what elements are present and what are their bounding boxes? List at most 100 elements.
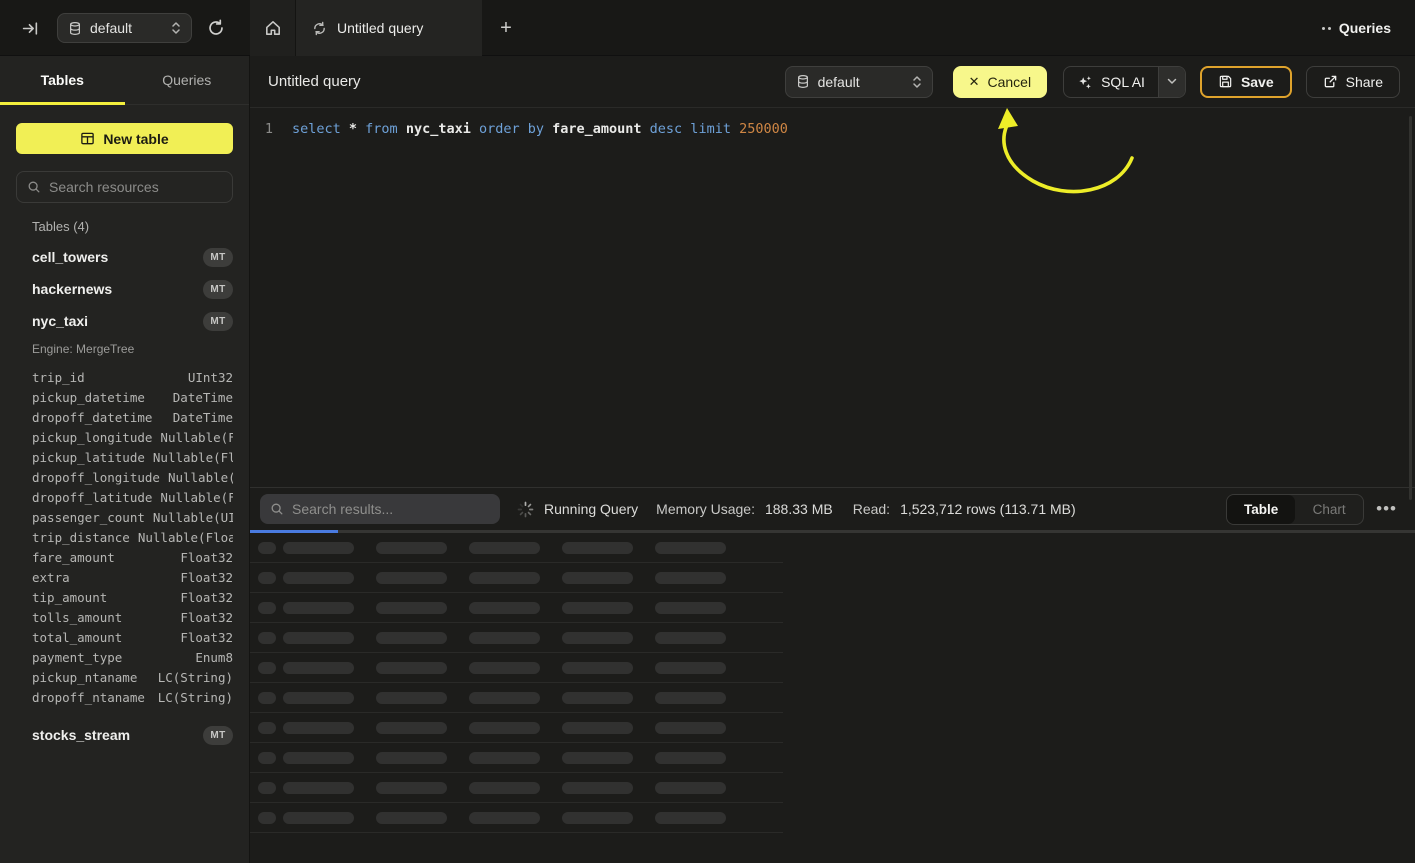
query-title: Untitled query [268, 73, 361, 90]
search-results-field[interactable] [260, 494, 500, 524]
skeleton-cell [469, 572, 540, 584]
column-row[interactable]: dropoff_datetimeDateTime [32, 407, 233, 427]
save-button[interactable]: Save [1200, 66, 1292, 98]
column-row[interactable]: fare_amountFloat32 [32, 547, 233, 567]
column-row[interactable]: pickup_latitudeNullable(Flo [32, 447, 233, 467]
column-type: Nullable(Fl [160, 430, 233, 445]
table-name: cell_towers [32, 249, 108, 265]
close-icon: ✕ [969, 74, 980, 90]
view-toggle-chart[interactable]: Chart [1295, 495, 1363, 524]
read-label: Read: [853, 501, 890, 517]
column-row[interactable]: pickup_ntanameLC(String) [32, 667, 233, 687]
column-row[interactable]: dropoff_ntanameLC(String) [32, 687, 233, 707]
save-icon [1218, 74, 1233, 89]
column-row[interactable]: tolls_amount Float32 [32, 607, 233, 627]
sql-token: nyc_taxi [406, 121, 479, 137]
results-panel [250, 530, 1415, 833]
column-name: trip_distance [32, 530, 130, 545]
column-type: Float32 [180, 630, 233, 645]
skeleton-row [250, 713, 783, 743]
table-row-nyc_taxi[interactable]: nyc_taxiMT [16, 305, 233, 337]
sql-ai-label: SQL AI [1101, 74, 1145, 90]
skeleton-cell [655, 752, 726, 764]
new-table-label: New table [103, 131, 168, 147]
database-icon [68, 21, 82, 36]
skeleton-cell [469, 632, 540, 644]
search-results-input[interactable] [292, 501, 490, 517]
tab-loading-icon [312, 21, 327, 36]
table-columns: trip_idUInt32pickup_datetimeDateTimedrop… [16, 359, 233, 709]
sql-token: order by [479, 121, 552, 137]
column-row[interactable]: passenger_countNullable(UIn [32, 507, 233, 527]
table-row-hackernews[interactable]: hackernewsMT [16, 273, 233, 305]
view-toggle-table[interactable]: Table [1227, 495, 1295, 524]
column-type: LC(String) [158, 670, 233, 685]
column-type: Float32 [180, 610, 233, 625]
column-row[interactable]: tip_amountFloat32 [32, 587, 233, 607]
new-table-button[interactable]: New table [16, 123, 233, 154]
skeleton-cell [655, 572, 726, 584]
cancel-button[interactable]: ✕ Cancel [953, 66, 1048, 98]
sidebar-tab-queries[interactable]: Queries [125, 56, 250, 104]
column-row[interactable]: trip_distance Nullable(Float [32, 527, 233, 547]
column-row[interactable]: pickup_longitudeNullable(Fl [32, 427, 233, 447]
column-row[interactable]: dropoff_longitudeNullable(F [32, 467, 233, 487]
column-row[interactable]: total_amount Float32 [32, 627, 233, 647]
column-type: Nullable(Float [138, 530, 233, 545]
chevron-updown-icon [912, 75, 922, 89]
search-resources-field[interactable] [16, 171, 233, 203]
search-icon [270, 502, 284, 516]
column-name: tolls_amount [32, 610, 122, 625]
column-type: Nullable(UIn [153, 510, 233, 525]
editor-scrollbar[interactable] [1409, 116, 1412, 500]
column-name: dropoff_ntaname [32, 690, 145, 705]
sql-ai-dropdown-button[interactable] [1158, 67, 1185, 97]
column-name: total_amount [32, 630, 122, 645]
column-row[interactable]: dropoff_latitudeNullable(Fl [32, 487, 233, 507]
skeleton-cell [655, 812, 726, 824]
loading-skeleton [250, 533, 1415, 833]
sql-ai-button[interactable]: SQL AI [1064, 67, 1158, 97]
tab-untitled-query[interactable]: Untitled query [296, 0, 482, 56]
skeleton-row [250, 533, 783, 563]
table-icon [80, 131, 95, 146]
skeleton-cell [655, 692, 726, 704]
column-type: Float32 [180, 590, 233, 605]
sql-statement: select * from nyc_taxi order by fare_amo… [292, 121, 788, 138]
column-name: fare_amount [32, 550, 115, 565]
column-row[interactable]: trip_idUInt32 [32, 367, 233, 387]
skeleton-cell [376, 572, 447, 584]
skeleton-cell [562, 572, 633, 584]
column-row[interactable]: extraFloat32 [32, 567, 233, 587]
collapse-sidebar-icon[interactable] [18, 16, 42, 40]
table-row-cell_towers[interactable]: cell_towers MT [16, 241, 233, 273]
home-tab[interactable] [250, 0, 296, 56]
column-name: dropoff_latitude [32, 490, 152, 505]
search-resources-input[interactable] [49, 179, 222, 195]
skeleton-cell [283, 602, 354, 614]
table-engine: Engine: MergeTree [16, 339, 233, 359]
column-row[interactable]: payment_typeEnum8 [32, 647, 233, 667]
sql-editor[interactable]: 1 select * from nyc_taxi order by fare_a… [250, 108, 1415, 487]
refresh-icon[interactable] [205, 17, 227, 39]
queries-label: Queries [1339, 20, 1391, 36]
column-type: Nullable(Flo [153, 450, 233, 465]
skeleton-cell [283, 572, 354, 584]
skeleton-cell [376, 752, 447, 764]
table-row-stocks_stream[interactable]: stocks_streamMT [16, 719, 233, 751]
new-tab-button[interactable]: + [482, 0, 530, 56]
column-row[interactable]: pickup_datetimeDateTime [32, 387, 233, 407]
main-panel: Untitled query default [250, 56, 1415, 863]
skeleton-cell [376, 692, 447, 704]
query-database-selector[interactable]: default [785, 66, 933, 98]
sidebar-tab-tables[interactable]: Tables [0, 56, 125, 104]
sql-token: desc limit [650, 121, 739, 137]
column-type: Float32 [180, 570, 233, 585]
engine-badge: MT [203, 248, 233, 267]
skeleton-cell [469, 782, 540, 794]
queries-link[interactable]: Queries [1322, 0, 1391, 56]
share-icon [1323, 74, 1338, 89]
share-button[interactable]: Share [1306, 66, 1400, 98]
database-selector[interactable]: default [57, 13, 192, 43]
skeleton-row [250, 683, 783, 713]
